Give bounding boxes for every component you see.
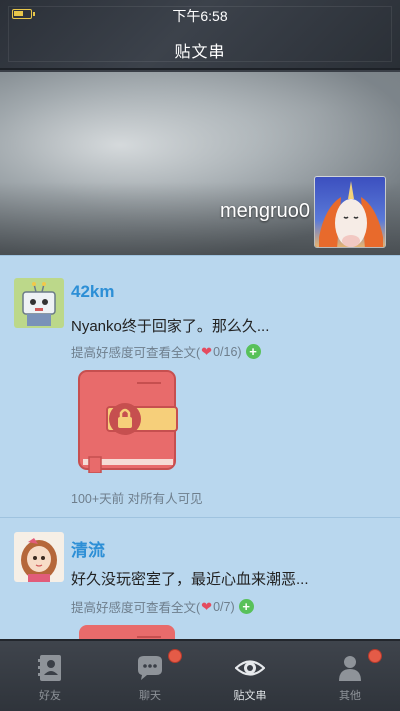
- favor-hint: 提高好感度可查看全文( ❤ 0/7 ) +: [71, 597, 254, 616]
- favor-hint-close: ): [237, 344, 242, 359]
- nav-label: 好友: [39, 690, 61, 702]
- nav-label: 聊天: [139, 690, 161, 702]
- nav-item-other[interactable]: 其他: [300, 641, 400, 711]
- post-meta: 100+天前 对所有人可见: [71, 492, 203, 506]
- favor-hint-text: 提高好感度可查看全文(: [71, 601, 201, 615]
- favor-hint-text: 提高好感度可查看全文(: [71, 346, 201, 360]
- post-author[interactable]: 清流: [71, 536, 105, 561]
- post-item[interactable]: 42km Nyanko终于回家了。那么久... 提高好感度可查看全文( ❤ 0/…: [0, 255, 400, 517]
- locked-content-icon[interactable]: [77, 623, 179, 639]
- plus-icon[interactable]: +: [245, 344, 261, 359]
- plus-icon[interactable]: +: [238, 599, 254, 614]
- post-avatar[interactable]: [14, 278, 64, 328]
- post-text[interactable]: 好久没玩密室了，最近心血来潮恶...: [71, 568, 309, 589]
- favor-count: 0/7: [213, 599, 231, 614]
- post-avatar[interactable]: [14, 532, 64, 582]
- nav-item-posts[interactable]: 贴文串: [200, 641, 300, 711]
- nav-item-friends[interactable]: 好友: [0, 641, 100, 711]
- nav-item-chat[interactable]: 聊天: [100, 641, 200, 711]
- favor-hint: 提高好感度可查看全文( ❤ 0/16 ) +: [71, 342, 261, 361]
- eye-icon: [235, 660, 265, 676]
- notification-badge: [368, 649, 382, 663]
- page-title: 贴文串: [174, 44, 226, 61]
- status-time: 下午6:58: [172, 8, 228, 24]
- nav-label: 其他: [339, 690, 361, 702]
- notification-badge: [168, 649, 182, 663]
- banner-avatar[interactable]: [314, 176, 386, 248]
- top-bar: 下午6:58 贴文串: [0, 0, 400, 70]
- nav-label: 贴文串: [233, 690, 267, 702]
- favor-count: 0/16: [213, 344, 238, 359]
- post-item[interactable]: 清流 好久没玩密室了，最近心血来潮恶... 提高好感度可查看全文( ❤ 0/7 …: [0, 517, 400, 639]
- banner-username: mengruo0: [219, 200, 310, 222]
- post-text[interactable]: Nyanko终于回家了。那么久...: [71, 315, 269, 336]
- profile-banner: mengruo0: [0, 72, 400, 255]
- heart-icon: ❤: [201, 598, 213, 614]
- locked-content-icon[interactable]: [77, 369, 179, 474]
- favor-hint-close: ): [230, 599, 235, 614]
- heart-icon: ❤: [201, 343, 213, 359]
- post-feed[interactable]: 42km Nyanko终于回家了。那么久... 提高好感度可查看全文( ❤ 0/…: [0, 255, 400, 639]
- bottom-nav: 好友 聊天 贴文串 其他: [0, 639, 400, 711]
- person-icon: [339, 656, 361, 681]
- contacts-icon: [38, 655, 61, 681]
- post-author[interactable]: 42km: [71, 282, 114, 302]
- chat-icon: [138, 656, 162, 680]
